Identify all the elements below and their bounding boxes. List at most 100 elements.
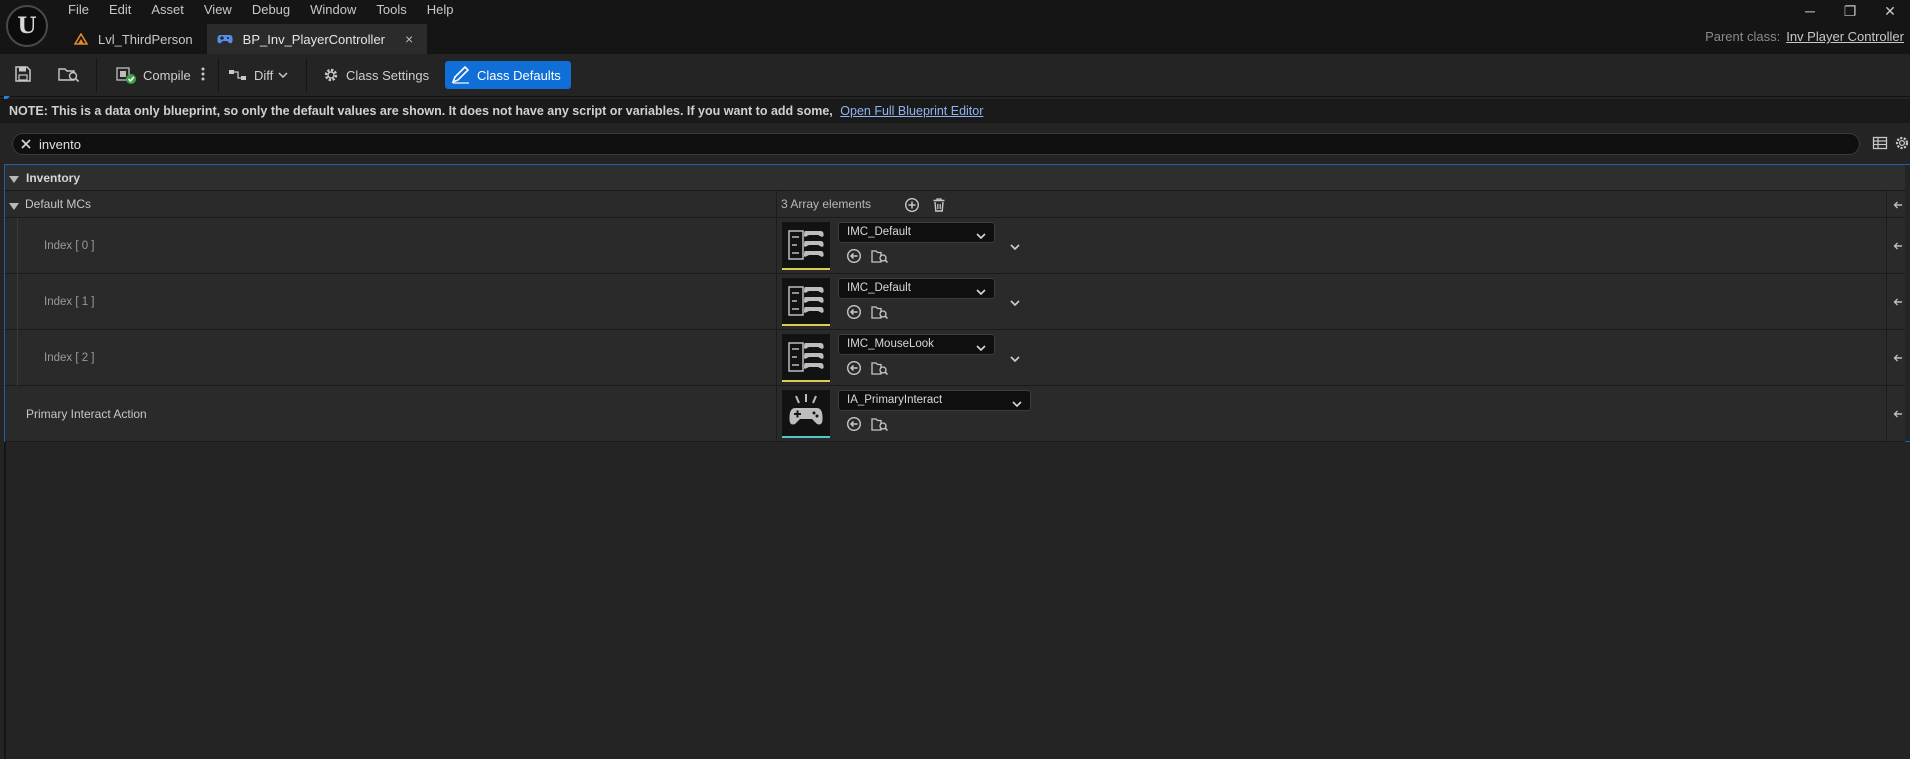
panel-left-edge [4,442,6,759]
category-inventory[interactable]: Inventory [5,165,1905,191]
column-splitter[interactable] [776,386,777,441]
trash-icon[interactable] [931,197,947,216]
tab-label: Lvl_ThirdPerson [98,31,193,47]
browse-to-asset-icon[interactable] [871,416,889,435]
reset-arrow-icon[interactable] [1893,240,1903,254]
browse-button[interactable] [58,61,80,89]
diff-label: Diff [254,67,274,83]
chevron-down-icon [976,228,986,247]
details-view-options [1872,135,1910,154]
asset-picker-combo[interactable]: IMC_MouseLook [838,334,995,355]
data-only-notice: NOTE: This is a data only blueprint, so … [0,99,1910,123]
compile-options-button[interactable] [200,61,206,89]
property-primary-interact-action: Primary Interact Action IA_PrimaryIntera… [5,386,1905,442]
asset-picker-combo[interactable]: IMC_Default [838,278,995,299]
chevron-down-icon[interactable] [1010,296,1020,310]
parent-class: Parent class: Inv Player Controller [1705,29,1904,44]
menu-file[interactable]: File [58,0,99,22]
use-selected-icon[interactable] [846,248,862,267]
input-action-thumbnail[interactable] [782,390,830,438]
category-label: Inventory [26,171,81,185]
browse-to-asset-icon[interactable] [871,248,889,267]
browse-to-asset-icon[interactable] [871,360,889,379]
add-element-icon[interactable] [904,197,920,216]
input-mapping-context-thumbnail[interactable] [782,334,830,382]
asset-picker-combo[interactable]: IA_PrimaryInteract [838,390,1031,411]
index-label: Index [ 0 ] [44,240,95,252]
chevron-down-icon[interactable] [1010,240,1020,254]
chevron-down-icon [1012,396,1022,415]
chevron-down-icon [976,340,986,359]
close-window-button[interactable]: ✕ [1870,0,1910,22]
reset-arrow-icon[interactable] [1893,408,1903,422]
class-settings-label: Class Settings [346,67,430,83]
class-settings-button[interactable]: Class Settings [322,61,429,89]
use-selected-icon[interactable] [846,416,862,435]
compile-button[interactable]: Compile [116,61,191,89]
menu-help[interactable]: Help [417,0,464,22]
tab-bp-inv-playercontroller[interactable]: BP_Inv_PlayerController × [206,24,428,54]
use-selected-icon[interactable] [846,360,862,379]
property-label: Primary Interact Action [26,407,147,421]
class-defaults-button[interactable]: Class Defaults [445,61,571,89]
chevron-down-icon [278,72,288,78]
collapse-caret-icon[interactable] [9,200,19,214]
menu-window[interactable]: Window [300,0,366,22]
column-splitter[interactable] [776,274,777,329]
reset-arrow-icon[interactable] [1893,296,1903,310]
asset-name: IMC_Default [847,282,911,294]
menu-bar: File Edit Asset View Debug Window Tools … [58,0,464,22]
browse-to-asset-icon[interactable] [871,304,889,323]
asset-name: IMC_MouseLook [847,338,934,350]
parent-class-link[interactable]: Inv Player Controller [1786,29,1904,44]
reset-arrow-icon[interactable] [1893,352,1903,366]
search-input[interactable] [39,135,1839,153]
diff-button[interactable]: Diff [228,61,288,89]
tab-label: BP_Inv_PlayerController [242,31,386,47]
clear-search-icon[interactable] [19,137,33,151]
title-bar: U File Edit Asset View Debug Window Tool… [0,0,1910,54]
reset-arrow-icon[interactable] [1893,199,1903,213]
menu-tools[interactable]: Tools [366,0,416,22]
open-full-editor-link[interactable]: Open Full Blueprint Editor [840,104,983,118]
array-element-1: Index [ 1 ] IMC_Default [5,274,1905,330]
restore-button[interactable]: ❐ [1830,0,1870,22]
input-mapping-context-thumbnail[interactable] [782,222,830,270]
settings-gear-icon[interactable] [1894,135,1910,154]
save-button[interactable] [14,61,32,89]
property-default-mcs: Default MCs 3 Array elements [5,191,1905,218]
indent-guide [17,274,26,330]
chevron-down-icon[interactable] [1010,352,1020,366]
asset-picker-combo[interactable]: IMC_Default [838,222,995,243]
array-count: 3 Array elements [781,197,872,211]
save-icon [14,65,32,86]
indent-guide [17,330,26,386]
toolbar-separator [96,58,97,92]
unreal-logo-icon[interactable]: U [6,5,48,47]
window-controls: ─ ❐ ✕ [1790,0,1910,22]
row-end [1886,386,1905,441]
browse-folder-icon [58,65,80,86]
use-selected-icon[interactable] [846,304,862,323]
asset-name: IA_PrimaryInteract [847,394,943,406]
menu-view[interactable]: View [194,0,242,22]
menu-asset[interactable]: Asset [141,0,194,22]
menu-edit[interactable]: Edit [99,0,141,22]
tab-lvl-thirdperson[interactable]: Lvl_ThirdPerson [64,24,207,54]
column-splitter[interactable] [776,330,777,385]
row-end [1886,218,1905,273]
class-defaults-label: Class Defaults [477,67,561,83]
details-search-box [12,133,1860,155]
diff-icon [228,67,248,83]
input-mapping-context-thumbnail[interactable] [782,278,830,326]
array-element-2: Index [ 2 ] IMC_MouseLook [5,330,1905,386]
property-matrix-icon[interactable] [1872,135,1888,154]
gamepad-icon [217,33,233,45]
column-splitter[interactable] [776,218,777,273]
menu-debug[interactable]: Debug [242,0,300,22]
collapse-caret-icon[interactable] [9,173,19,187]
minimize-button[interactable]: ─ [1790,0,1830,22]
level-icon [74,33,88,45]
tab-close-icon[interactable]: × [405,31,413,47]
column-splitter[interactable] [776,191,777,217]
